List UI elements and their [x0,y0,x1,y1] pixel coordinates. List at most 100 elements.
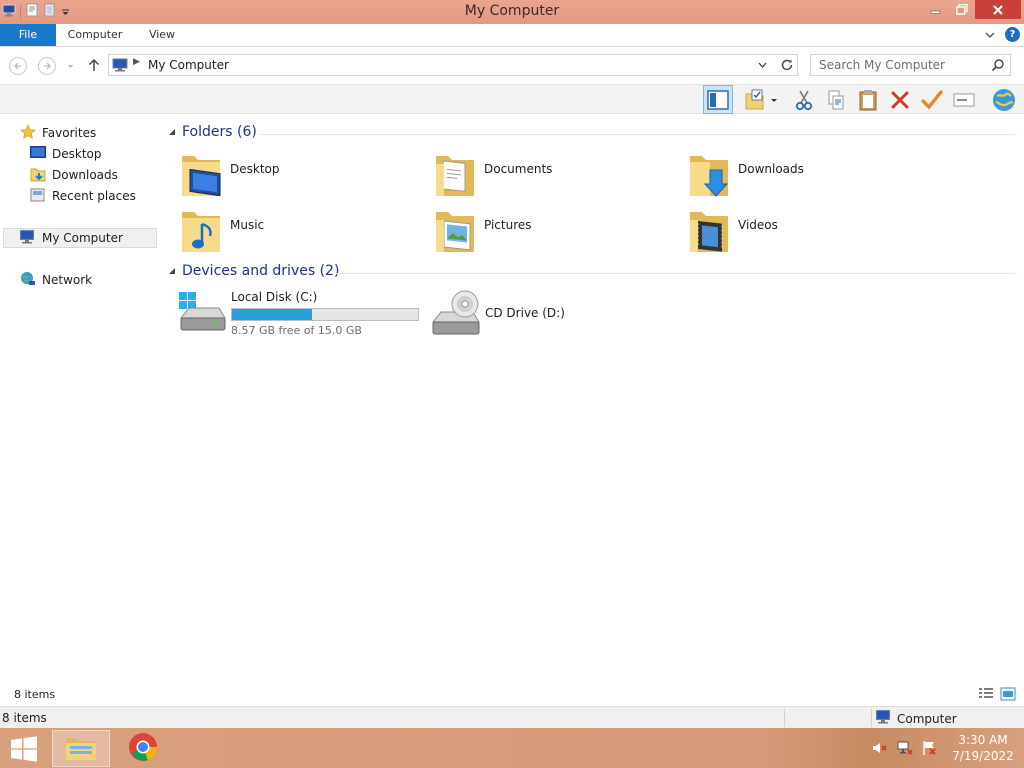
nav-desktop[interactable]: Desktop [30,144,102,164]
tab-view[interactable]: View [136,24,188,46]
computer-icon [112,58,130,75]
address-dropdown-icon[interactable] [757,59,768,73]
taskbar: 3:30 AM 7/19/2022 [0,728,1024,768]
nav-desktop-label: Desktop [52,147,102,161]
delete-icon[interactable] [885,85,915,114]
tab-file[interactable]: File [0,24,56,46]
recent-places-icon [30,187,46,206]
forward-button[interactable] [38,57,56,75]
location-zone: Computer [876,710,957,727]
tab-computer[interactable]: Computer [58,24,132,46]
large-icons-view-icon[interactable] [1000,687,1016,704]
navigation-pane: Favorites Desktop Downloads Recent place… [0,114,160,684]
folder-desktop[interactable]: Desktop [180,148,430,200]
copy-icon[interactable] [821,85,851,114]
nav-downloads[interactable]: Downloads [30,165,118,185]
details-bar: 8 items Computer [0,706,1024,728]
clock-date: 7/19/2022 [952,749,1014,763]
restore-button[interactable] [949,0,975,19]
nav-my-computer[interactable]: My Computer [3,228,157,248]
folder-music[interactable]: Music [180,204,430,256]
folders-group-title: Folders (6) [182,124,257,140]
collapse-triangle-icon[interactable] [168,263,176,279]
rename-icon[interactable] [949,85,979,114]
title-bar: My Computer [0,0,1024,24]
chrome-icon [128,732,158,765]
drive-label: CD Drive (D:) [485,306,565,320]
computer-icon [20,229,36,247]
help-icon[interactable]: ? [1005,27,1020,42]
address-bar[interactable]: ▶ My Computer [108,54,798,76]
nav-downloads-label: Downloads [52,168,118,182]
taskbar-file-explorer[interactable] [52,730,110,767]
cut-icon[interactable] [789,85,819,114]
network-status-icon[interactable] [897,740,913,759]
paste-icon[interactable] [853,85,883,114]
drives-group-header[interactable]: Devices and drives (2) [168,263,339,279]
action-center-icon[interactable] [922,740,938,759]
music-folder-icon [180,204,224,257]
nav-recent-places-label: Recent places [52,189,136,203]
minimize-button[interactable] [922,0,949,19]
downloads-folder-icon [30,166,46,185]
folder-label: Pictures [484,218,532,232]
drive-usage-bar [231,308,419,321]
pictures-folder-icon [434,204,478,257]
folders-group-header[interactable]: Folders (6) [168,124,257,140]
details-view-icon[interactable] [978,687,994,704]
desktop-folder-icon [180,148,224,201]
collapse-triangle-icon[interactable] [168,124,176,140]
search-icon[interactable] [991,58,1005,75]
drive-label: Local Disk (C:) [231,290,318,304]
folder-label: Desktop [230,162,280,176]
up-arrow-icon[interactable] [87,57,101,76]
folder-label: Documents [484,162,553,176]
start-button[interactable] [8,735,40,763]
search-box[interactable]: Search My Computer [810,54,1011,76]
nav-network[interactable]: Network [20,270,92,290]
documents-folder-icon [434,148,478,201]
breadcrumb-arrow-icon[interactable]: ▶ [133,57,140,67]
folder-label: Videos [738,218,778,232]
downloads-folder-icon [688,148,732,201]
hard-drive-icon [177,290,227,337]
nav-recent-places[interactable]: Recent places [30,186,136,206]
folder-label: Music [230,218,265,232]
status-bar: 8 items [0,684,1024,706]
taskbar-chrome[interactable] [114,730,172,767]
clock[interactable]: 3:30 AM 7/19/2022 [948,732,1018,764]
network-icon [20,271,36,290]
star-icon [20,123,36,143]
expand-ribbon-icon[interactable] [984,29,996,43]
recent-locations-icon[interactable] [66,60,75,74]
window-title: My Computer [464,3,560,19]
group-divider [260,134,1015,135]
drive-local-disk-c[interactable]: Local Disk (C:) 8.57 GB free of 15.0 GB [177,290,427,346]
nav-my-computer-label: My Computer [42,231,123,245]
volume-muted-icon[interactable] [872,740,888,759]
command-toolbar [0,84,1024,114]
folder-documents[interactable]: Documents [434,148,684,200]
system-tray [872,740,938,759]
preview-pane-button[interactable] [703,85,733,114]
network-globe-icon[interactable] [988,85,1020,114]
folder-pictures[interactable]: Pictures [434,204,684,256]
drive-free-space: 8.57 GB free of 15.0 GB [231,324,362,337]
videos-folder-icon [688,204,732,257]
back-button[interactable] [9,57,27,75]
item-count: 8 items [14,688,56,701]
drives-group-title: Devices and drives (2) [182,263,340,279]
check-icon[interactable] [917,85,947,114]
desktop-icon [30,145,46,163]
refresh-icon[interactable] [779,57,795,76]
address-path[interactable]: My Computer [148,58,229,72]
open-button[interactable] [741,85,781,114]
close-button[interactable] [975,0,1021,19]
drive-cd-d[interactable]: CD Drive (D:) [431,290,631,346]
nav-favorites[interactable]: Favorites [20,123,96,143]
ribbon-tabs: File Computer View ? [0,24,1024,47]
folder-videos[interactable]: Videos [688,204,938,256]
folder-downloads[interactable]: Downloads [688,148,938,200]
cd-drive-icon [431,290,481,339]
group-divider [335,273,1015,274]
